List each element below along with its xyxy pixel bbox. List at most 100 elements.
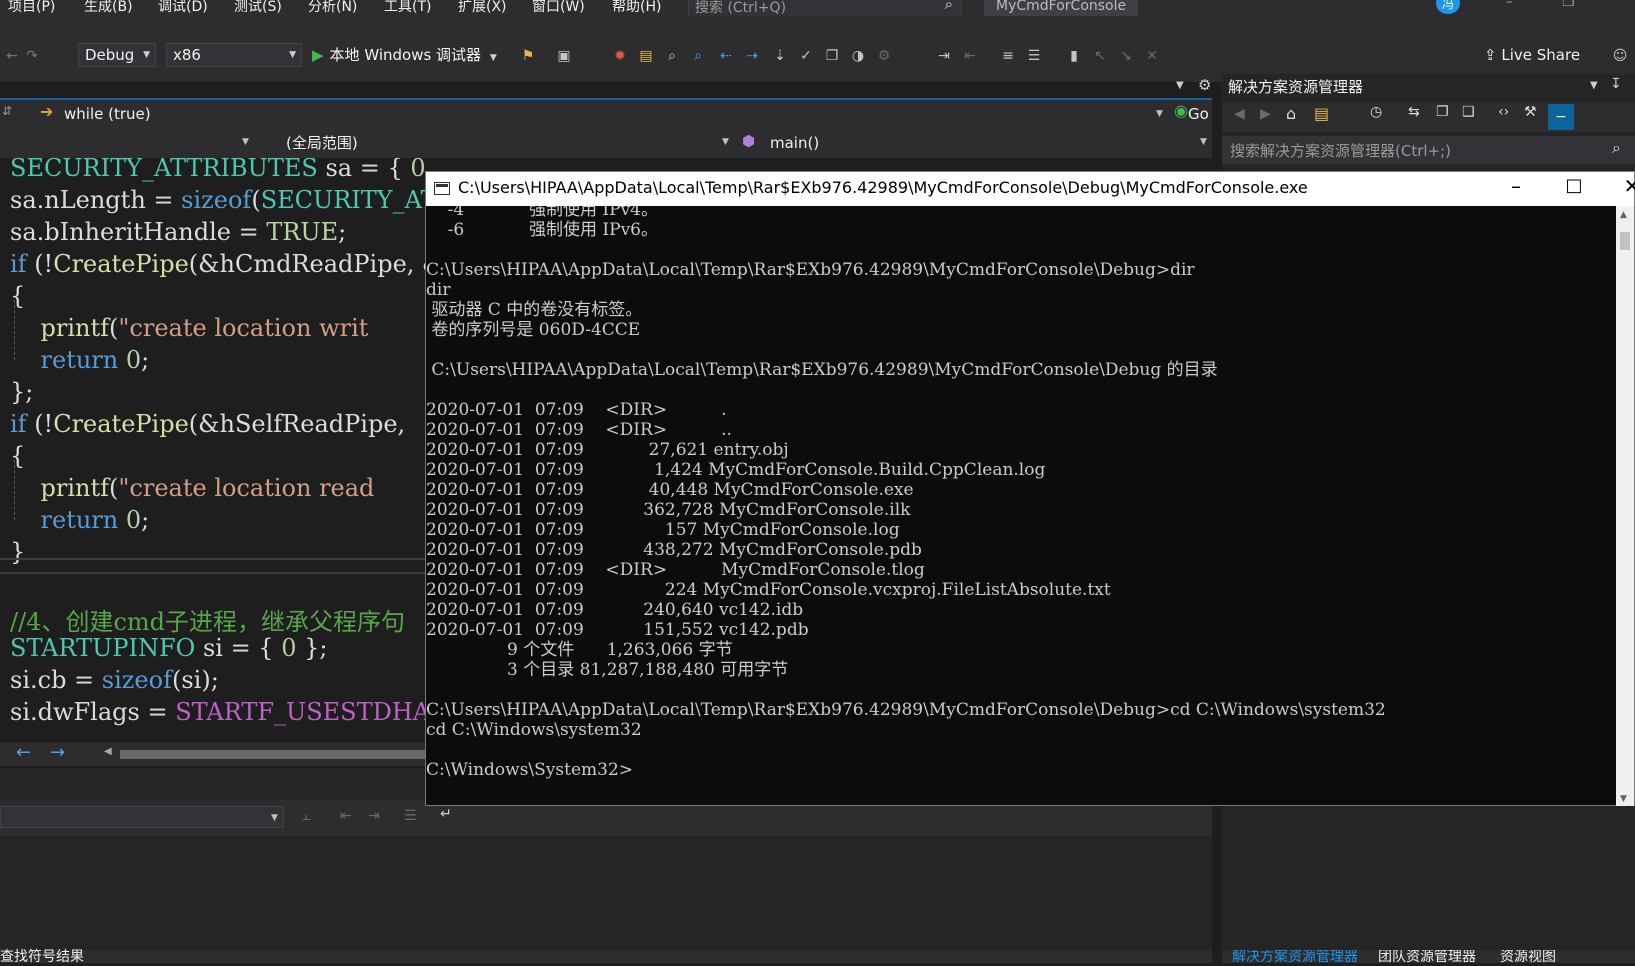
navigate-back-icon[interactable]: ← [2,46,22,66]
minimize-icon[interactable]: – [1506,0,1513,10]
show-all-files-icon[interactable]: ❑ [1462,104,1475,120]
diagnostics-icon[interactable]: ✹ [610,46,630,66]
console-scroll-thumb[interactable] [1620,232,1630,250]
menu-build[interactable]: 生成(B) [84,0,133,16]
menu-debug[interactable]: 调试(D) [158,0,208,16]
tab-resource-view[interactable]: 资源视图 [1500,950,1556,963]
preview-selected-icon[interactable]: − [1548,104,1574,130]
home-icon[interactable]: ⌂ [1286,104,1296,123]
output-source-dropdown[interactable]: ▼ [0,806,284,828]
prev-bookmark-icon[interactable]: ↖ [1090,46,1110,66]
menu-test[interactable]: 测试(S) [234,0,282,16]
bookmark-icon[interactable]: ▮ [1064,46,1084,66]
arrow-right-icon[interactable]: → [50,742,65,763]
search-input[interactable]: 搜索 (Ctrl+Q) ⌕ [688,0,962,16]
chevron-down-icon[interactable]: ▼ [1176,80,1184,91]
search-icon[interactable]: ⌕ [1612,138,1621,158]
live-share-button[interactable]: ⇪ Live Share [1484,46,1580,64]
menu-window[interactable]: 窗口(W) [532,0,585,16]
menu-analyze[interactable]: 分析(N) [308,0,357,16]
word-wrap-icon[interactable]: ↵ [440,806,452,822]
breakpoint-scope[interactable]: while (true) [64,102,151,126]
spell-check-icon[interactable]: ✓ [796,46,816,66]
solution-explorer-tabs: 解决方案资源管理器 团队资源管理器 资源视图 [1222,950,1635,963]
scope-dropdown[interactable]: (全局范围) [286,131,358,155]
menu-tools[interactable]: 工具(T) [384,0,431,16]
account-icon[interactable]: ☺ [1610,46,1630,66]
solution-explorer-search[interactable]: 搜索解决方案资源管理器(Ctrl+;) ⌕ [1222,136,1635,164]
next-bookmark-icon[interactable]: ↘ [1116,46,1136,66]
close-icon[interactable]: ✕ [1612,174,1635,198]
menu-project[interactable]: 项目(P) [8,0,55,16]
outdent-icon[interactable]: ⇤ [960,46,980,66]
scroll-up-icon[interactable]: ▲ [1620,210,1627,220]
menu-help[interactable]: 帮助(H) [612,0,661,16]
search-icon[interactable]: ⌕ [945,0,953,13]
uncomment-icon[interactable]: ☰ [1024,46,1044,66]
platform-dropdown[interactable]: x86 ▼ [166,43,302,67]
tab-team-explorer[interactable]: 团队资源管理器 [1378,950,1476,963]
settings-icon[interactable]: ⚙ [874,46,894,66]
go-icon[interactable]: ◉ [1174,101,1188,120]
collapse-all-icon[interactable]: ❐ [1436,104,1449,120]
screenshot-icon[interactable]: ▣ [554,46,574,66]
go-button[interactable]: Go [1188,102,1209,126]
step-into-icon[interactable]: ⇣ [770,46,790,66]
sync-icon[interactable]: ⇆ [1408,104,1420,120]
minimize-icon[interactable]: – [1496,174,1536,198]
code-editor[interactable]: SECURITY_ATTRIBUTES sa = { 0 }; sa.nLeng… [0,158,425,742]
chevron-down-icon[interactable]: ▼ [242,137,249,147]
menu-bar: 项目(P) 生成(B) 调试(D) 测试(S) 分析(N) 工具(T) 扩展(X… [0,0,1635,16]
function-dropdown[interactable]: main() [770,131,820,155]
properties-icon[interactable]: ⚒ [1524,104,1537,120]
horizontal-scrollbar[interactable]: ← → ◀ [0,742,425,766]
chevron-down-icon[interactable]: ▼ [1590,80,1598,91]
menu-extensions[interactable]: 扩展(X) [458,0,507,16]
gear-icon[interactable]: ⚙ [1198,76,1211,94]
find-symbol-results-tab[interactable]: 查找符号结果 [0,946,84,966]
clear-bookmarks-icon[interactable]: ✕ [1142,46,1162,66]
copy-icon[interactable]: ❐ [822,46,842,66]
spin-icon[interactable]: ⇵ [2,104,12,118]
restore-icon[interactable]: ❐ [1562,0,1575,10]
switch-views-icon[interactable]: ▤ [1314,104,1329,123]
step-forward-icon[interactable]: ⇢ [742,46,762,66]
start-debugging-button[interactable]: ▶ 本地 Windows 调试器 ▼ [312,44,497,65]
indent-icon[interactable]: ⇥ [934,46,954,66]
back-icon[interactable]: ◀ [1234,106,1245,122]
folder-icon[interactable]: ▤ [636,46,656,66]
find-message-icon[interactable]: ⫠ [302,808,310,824]
scroll-down-icon[interactable]: ▼ [1620,794,1627,804]
step-back-icon[interactable]: ⇠ [716,46,736,66]
scroll-left-icon[interactable]: ◀ [104,746,112,757]
forward-icon[interactable]: ▶ [1260,106,1271,122]
maximize-icon[interactable]: □ [1554,175,1594,196]
arrow-left-icon[interactable]: ← [16,742,31,763]
view-code-icon[interactable]: ‹› [1498,104,1509,120]
next-message-icon[interactable]: ⇥ [368,808,380,824]
comment-icon[interactable]: ≡ [998,46,1018,66]
chevron-down-icon: ▼ [143,50,150,60]
clear-all-icon[interactable]: ☰ [404,808,417,824]
solution-explorer-toolbar: ◀ ▶ ⌂ ▤ ◷ ⇆ ❐ ❑ ‹› ⚒ − [1222,102,1635,132]
find-in-files-icon[interactable]: ⌕ [688,46,708,66]
chevron-down-icon[interactable]: ▼ [1200,137,1207,147]
pin-icon[interactable]: ↧ [1610,76,1622,92]
avatar[interactable]: 冯 [1436,0,1460,14]
console-title-bar[interactable]: C:\Users\HIPAA\AppData\Local\Temp\Rar$EX… [426,172,1635,206]
console-output[interactable]: -4 强制使用 IPv4。 -6 强制使用 IPv6。 C:\Users\HIPA… [426,206,1616,806]
prev-message-icon[interactable]: ⇤ [340,808,352,824]
toggle-icon[interactable]: ◑ [848,46,868,66]
chevron-down-icon[interactable]: ▼ [1156,109,1163,119]
console-window[interactable]: C:\Users\HIPAA\AppData\Local\Temp\Rar$EX… [425,171,1635,806]
process-icon[interactable]: ⚑ [518,46,538,66]
config-dropdown[interactable]: Debug ▼ [78,43,156,67]
pending-changes-icon[interactable]: ◷ [1370,104,1382,120]
code-line-5: { [10,282,26,310]
scroll-thumb[interactable] [120,750,425,759]
chevron-down-icon[interactable]: ▼ [722,137,729,147]
redo-icon[interactable]: ↷ [22,46,42,66]
tab-solution-explorer[interactable]: 解决方案资源管理器 [1232,950,1358,963]
console-scrollbar[interactable]: ▲ ▼ [1616,206,1634,806]
find-icon[interactable]: ⌕ [662,46,682,66]
